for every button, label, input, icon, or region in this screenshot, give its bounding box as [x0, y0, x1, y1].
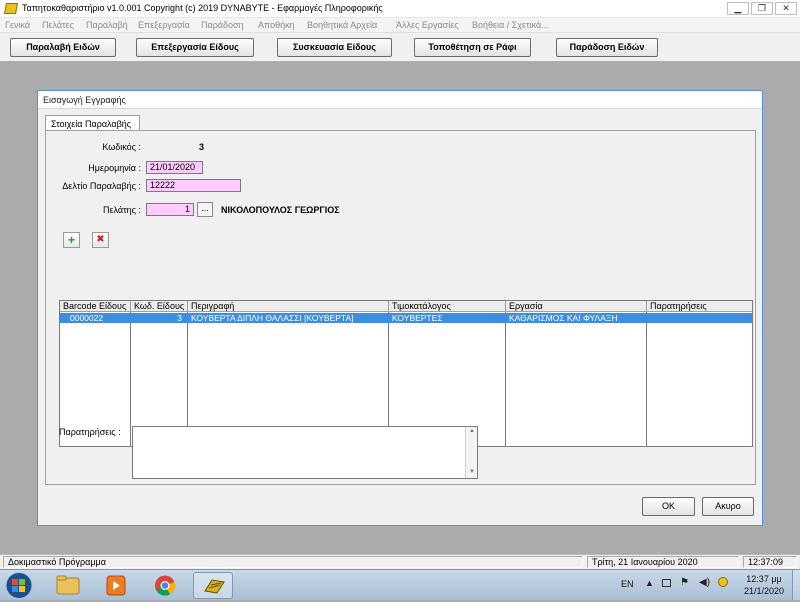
status-message: Δοκιμαστικό Πρόγραμμα	[3, 556, 583, 568]
show-desktop-button[interactable]	[792, 570, 800, 600]
taskbar-active-app[interactable]	[193, 572, 233, 599]
date-label: Ημερομηνία :	[88, 163, 141, 173]
column-divider	[505, 312, 506, 446]
start-button[interactable]	[4, 571, 34, 600]
tray-expand-icon[interactable]: ▲	[645, 578, 654, 588]
clock-date: 21/1/2020	[743, 586, 785, 596]
menu-delivery[interactable]: Παράδοση	[201, 20, 244, 30]
window-title-bar: Ταπητοκαθαριστήριο v1.0.001 Copyright (c…	[0, 0, 800, 18]
network-icon[interactable]	[662, 579, 671, 587]
cancel-button[interactable]: Ακυρο	[702, 497, 754, 516]
window-title: Ταπητοκαθαριστήριο v1.0.001 Copyright (c…	[22, 3, 383, 13]
tab-panel: Κωδικός : 3 Ημερομηνία : 21/01/2020 Δελτ…	[45, 130, 756, 485]
table-row[interactable]: 0000022 3 ΚΟΥΒΕΡΤΑ ΔΙΠΛΗ ΘΑΛΑΣΣΙ [ΚΟΥΒΕΡ…	[60, 313, 752, 323]
menu-auxiliary-files[interactable]: Βοηθητικά Αρχεία	[307, 20, 377, 30]
column-divider	[646, 312, 647, 446]
taskbar-chrome[interactable]	[145, 572, 185, 599]
update-icon[interactable]	[718, 577, 728, 587]
menu-other-tasks[interactable]: Άλλες Εργασίες	[396, 20, 459, 30]
app-icon	[4, 3, 18, 14]
media-player-icon	[106, 575, 126, 596]
menu-bar: Γενικά Πελάτες Παραλαβή Επεξεργασία Παρά…	[0, 18, 800, 33]
taskbar-media-player[interactable]	[96, 572, 136, 599]
ok-button[interactable]: OK	[642, 497, 695, 516]
chrome-icon	[155, 575, 176, 596]
restore-button[interactable]: ❐	[751, 2, 773, 15]
menu-receive[interactable]: Παραλαβή	[86, 20, 128, 30]
cell-item-code: 3	[177, 313, 182, 323]
dialog-title: Εισαγωγή Εγγραφής	[43, 95, 126, 105]
column-header-notes[interactable]: Παρατηρήσεις	[647, 301, 752, 312]
dialog-title-bar: Εισαγωγή Εγγραφής	[38, 91, 762, 109]
items-grid[interactable]: Barcode Είδους Κωδ. Είδους Περιγραφή Τιμ…	[59, 300, 753, 447]
customer-name: ΝΙΚΟΛΟΠΟΥΛΟΣ ΓΕΩΡΓΙΟΣ	[221, 205, 340, 215]
tab-label: Στοιχεία Παραλαβής	[51, 119, 132, 129]
status-time: 12:37:09	[743, 556, 797, 568]
windows-logo-icon	[5, 572, 33, 599]
cell-description: ΚΟΥΒΕΡΤΑ ΔΙΠΛΗ ΘΑΛΑΣΣΙ [ΚΟΥΒΕΡΤΑ]	[191, 313, 354, 323]
cell-barcode: 0000022	[70, 313, 104, 323]
close-button[interactable]: ✕	[775, 2, 797, 15]
add-row-button[interactable]: +	[63, 232, 80, 248]
menu-warehouse[interactable]: Αποθήκη	[258, 20, 295, 30]
status-date: Τρίτη, 21 Ιανουαρίου 2020	[587, 556, 739, 568]
column-header-price-list[interactable]: Τιμοκατάλογος	[389, 301, 506, 312]
tab-receipt-details[interactable]: Στοιχεία Παραλαβής	[45, 115, 140, 131]
volume-icon[interactable]: ◀)	[699, 577, 710, 588]
code-value: 3	[199, 142, 205, 152]
notes-textarea[interactable]	[132, 426, 478, 479]
customer-label: Πελάτης :	[103, 205, 141, 215]
plus-icon: +	[67, 233, 75, 247]
cell-notes	[650, 313, 750, 323]
status-bar: Δοκιμαστικό Πρόγραμμα Τρίτη, 21 Ιανουαρί…	[0, 554, 800, 569]
toolbar: Παραλαβή Ειδών Επεξεργασία Είδους Συσκευ…	[0, 33, 800, 62]
notes-scrollbar[interactable]: ▲ ▼	[465, 427, 477, 478]
date-field[interactable]: 21/01/2020	[146, 161, 203, 174]
taskbar-explorer[interactable]	[48, 572, 88, 599]
record-entry-dialog: Εισαγωγή Εγγραφής Στοιχεία Παραλαβής Κωδ…	[37, 90, 763, 526]
receipt-slip-label: Δελτίο Παραλαβής :	[62, 181, 141, 191]
column-header-barcode[interactable]: Barcode Είδους	[60, 301, 131, 312]
column-header-description[interactable]: Περιγραφή	[188, 301, 389, 312]
place-on-shelf-button[interactable]: Τοποθέτηση σε Ράφι	[414, 38, 531, 57]
cell-price-list: ΚΟΥΒΕΡΤΕΣ	[392, 313, 443, 323]
delete-x-icon: ✖	[96, 234, 105, 245]
notes-label: Παρατηρήσεις :	[59, 427, 121, 437]
menu-general[interactable]: Γενικά	[5, 20, 30, 30]
code-label: Κωδικός :	[102, 142, 141, 152]
clock-time: 12:37 μμ	[746, 574, 782, 584]
scroll-up-icon[interactable]: ▲	[469, 428, 475, 434]
package-item-button[interactable]: Συσκευασία Είδους	[277, 38, 392, 57]
cell-task: ΚΑΘΑΡΙΣΜΟΣ ΚΑΙ ΦΥΛΑΞΗ	[509, 313, 618, 323]
receipt-slip-field[interactable]: 12222	[146, 179, 241, 192]
flag-icon[interactable]: ⚑	[680, 577, 689, 588]
taskbar: EN ▲ ⚑ ◀) 12:37 μμ 21/1/2020	[0, 569, 800, 600]
scroll-down-icon[interactable]: ▼	[469, 469, 475, 475]
delete-row-button[interactable]: ✖	[92, 232, 109, 248]
deliver-items-button[interactable]: Παράδοση Ειδών	[556, 38, 658, 57]
folder-icon	[56, 575, 80, 595]
column-divider	[130, 312, 131, 446]
menu-processing[interactable]: Επεξεργασία	[138, 20, 190, 30]
minimize-button[interactable]: ▁	[727, 2, 749, 15]
language-indicator[interactable]: EN	[621, 579, 634, 589]
customer-id-field[interactable]: 1	[146, 203, 194, 216]
menu-help-about[interactable]: Βοήθεια / Σχετικά...	[472, 20, 549, 30]
taskbar-clock[interactable]: 12:37 μμ 21/1/2020	[738, 573, 790, 597]
menu-customers[interactable]: Πελάτες	[42, 20, 74, 30]
customer-browse-button[interactable]: ...	[197, 202, 213, 217]
carpet-app-icon	[204, 579, 225, 594]
column-header-task[interactable]: Εργασία	[506, 301, 647, 312]
column-header-item-code[interactable]: Κωδ. Είδους	[131, 301, 188, 312]
receive-items-button[interactable]: Παραλαβή Ειδών	[10, 38, 116, 57]
process-item-button[interactable]: Επεξεργασία Είδους	[136, 38, 254, 57]
